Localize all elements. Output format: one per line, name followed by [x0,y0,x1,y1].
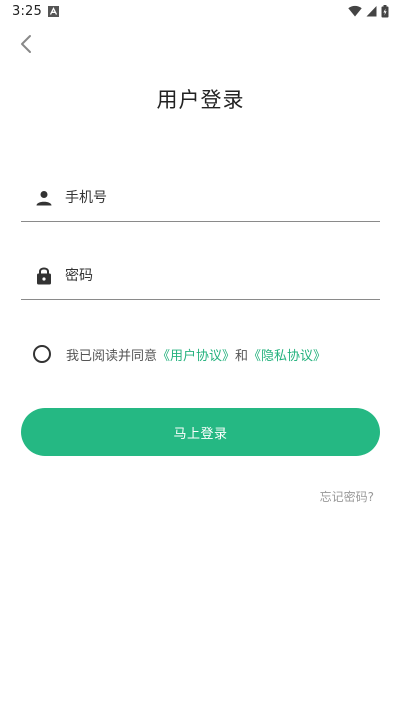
page-title: 用户登录 [156,88,245,112]
back-button[interactable] [14,32,38,60]
login-button[interactable]: 马上登录 [21,408,380,456]
wifi-icon [348,5,362,17]
password-input[interactable] [65,260,345,291]
notification-app-icon [48,6,59,17]
forgot-password-link[interactable]: 忘记密码? [320,488,374,505]
person-icon [33,187,55,209]
agreement-row: 我已阅读并同意 《用户协议》 和 《隐私协议》 [33,343,326,365]
lock-icon [33,265,55,287]
battery-icon [381,4,389,18]
chevron-left-icon [20,34,32,58]
agreement-prefix: 我已阅读并同意 [66,348,158,364]
user-agreement-link[interactable]: 《用户协议》 [157,345,235,364]
login-button-label: 马上登录 [173,426,228,442]
privacy-agreement-link[interactable]: 《隐私协议》 [248,345,326,364]
status-icons [348,4,389,18]
agreement-conjunction: 和 [235,348,249,364]
phone-input[interactable] [65,182,345,213]
status-time: 3:25 [12,4,42,19]
agree-radio[interactable] [33,345,51,363]
status-bar: 3:25 [0,0,401,24]
password-field-row [21,252,380,300]
phone-field-row [21,174,380,222]
signal-icon [366,5,377,17]
